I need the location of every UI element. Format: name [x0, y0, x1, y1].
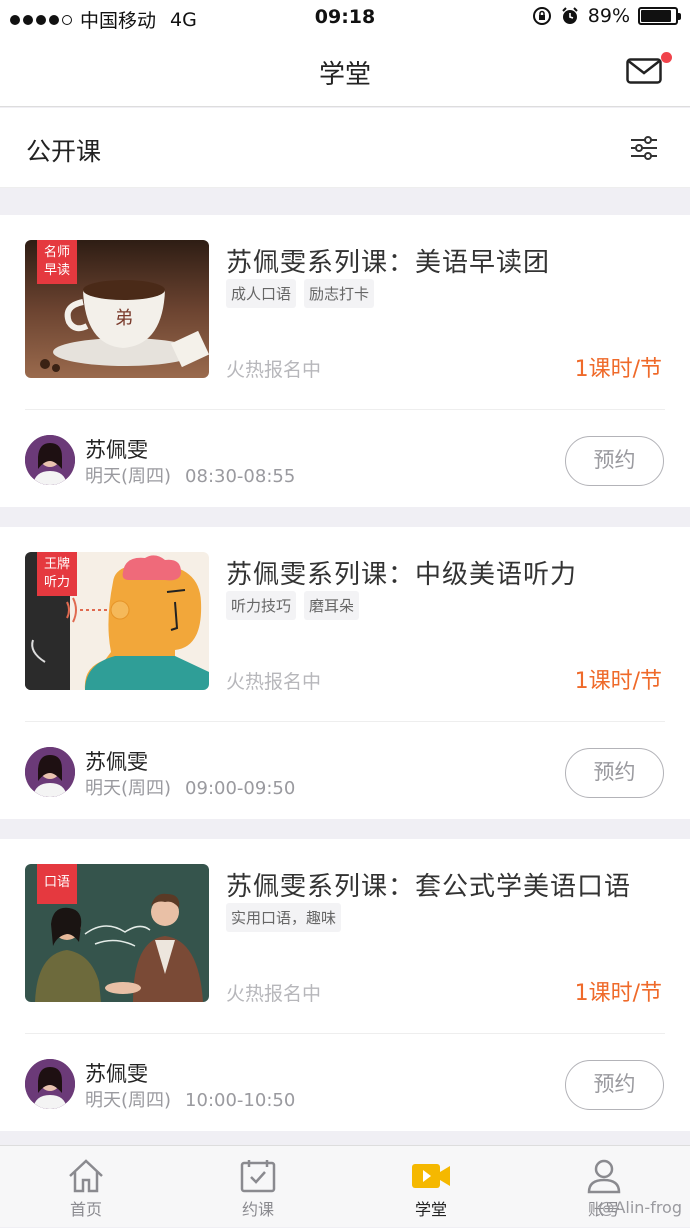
reserve-button[interactable]: 预约 — [565, 748, 664, 798]
course-title: 苏佩雯系列课：套公式学美语口语 — [226, 872, 632, 902]
user-icon — [587, 1159, 621, 1194]
tab-home[interactable]: 首页 — [0, 1146, 172, 1228]
avatar — [25, 435, 75, 485]
course-title: 苏佩雯系列课：美语早读团 — [226, 248, 551, 278]
home-icon — [69, 1159, 103, 1193]
course-thumbnail: 弟 名师 早读 — [25, 240, 209, 378]
schedule-time: 10:00-10:50 — [185, 1090, 296, 1111]
tab-bar: 首页 约课 学堂 账号 — [0, 1145, 690, 1227]
course-schedule: 明天(周四) 10:00-10:50 — [85, 1086, 295, 1112]
tab-booking[interactable]: 约课 — [172, 1146, 344, 1228]
video-icon — [412, 1164, 450, 1188]
teacher-name: 苏佩雯 — [85, 438, 148, 462]
course-thumbnail: 口语 — [25, 864, 209, 1002]
tab-label: 学堂 — [414, 1200, 447, 1219]
tab-label: 首页 — [69, 1200, 102, 1219]
course-badge: 口语 — [37, 864, 77, 904]
schedule-day: 明天(周四) — [85, 778, 172, 799]
section-title: 公开课 — [26, 137, 102, 166]
course-price: 1课时/节 — [574, 669, 662, 694]
course-price: 1课时/节 — [574, 357, 662, 382]
course-card[interactable]: 弟 名师 早读 苏佩雯系列课：美语早读团 成人口语 励志打卡 火热报名中 1课时/… — [0, 215, 690, 507]
teacher-name: 苏佩雯 — [85, 1062, 148, 1086]
course-schedule: 明天(周四) 08:30-08:55 — [85, 462, 295, 488]
schedule-day: 明天(周四) — [85, 1090, 172, 1111]
teacher-name: 苏佩雯 — [85, 750, 148, 774]
course-card[interactable]: 口语 苏佩雯系列课：套公式学美语口语 实用口语，趣味 火热报名中 1课时/节 苏… — [0, 839, 690, 1131]
schedule-time: 09:00-09:50 — [185, 778, 296, 799]
tab-label: 约课 — [241, 1200, 274, 1219]
schedule-day: 明天(周四) — [85, 466, 172, 487]
course-title: 苏佩雯系列课：中级美语听力 — [226, 560, 578, 590]
course-tag: 成人口语 — [226, 279, 297, 308]
course-tag: 听力技巧 — [226, 591, 297, 620]
course-tags: 听力技巧 磨耳朵 — [226, 591, 360, 620]
battery-percent: 89% — [587, 5, 630, 27]
enroll-status: 火热报名中 — [226, 983, 322, 1005]
filter-button[interactable] — [630, 134, 658, 162]
nav-bar: 学堂 — [0, 36, 690, 107]
course-schedule: 明天(周四) 09:00-09:50 — [85, 774, 295, 800]
course-tags: 成人口语 励志打卡 — [226, 279, 375, 308]
section-header: 公开课 — [0, 108, 690, 188]
filter-sliders-icon — [631, 136, 657, 160]
enroll-status: 火热报名中 — [226, 671, 322, 693]
course-thumbnail: 王牌 听力 — [25, 552, 209, 690]
tab-academy[interactable]: 学堂 — [345, 1146, 517, 1228]
course-tags: 实用口语，趣味 — [226, 903, 342, 932]
course-tag: 励志打卡 — [304, 279, 375, 308]
page-title: 学堂 — [318, 60, 371, 90]
avatar — [25, 747, 75, 797]
alarm-icon — [562, 7, 578, 24]
status-bar: 中国移动 4G 09:18 89% — [0, 0, 690, 36]
mail-icon — [626, 58, 662, 84]
watermark: @Alin-frog — [598, 1198, 682, 1217]
course-badge: 名师 早读 — [37, 240, 77, 284]
rotation-lock-icon — [532, 7, 551, 25]
notification-dot — [661, 52, 672, 63]
avatar — [25, 1059, 75, 1109]
course-badge: 王牌 听力 — [37, 552, 77, 596]
divider — [25, 721, 665, 722]
course-tag: 磨耳朵 — [304, 591, 360, 620]
divider — [25, 1033, 665, 1034]
divider — [25, 409, 665, 410]
mail-button[interactable] — [626, 52, 672, 84]
svg-text:弟: 弟 — [115, 308, 133, 329]
calendar-check-icon — [240, 1160, 276, 1193]
course-tag: 实用口语，趣味 — [226, 903, 342, 932]
reserve-button[interactable]: 预约 — [565, 1060, 664, 1110]
course-card[interactable]: 王牌 听力 苏佩雯系列课：中级美语听力 听力技巧 磨耳朵 火热报名中 1课时/节 … — [0, 527, 690, 819]
course-price: 1课时/节 — [574, 981, 662, 1006]
reserve-button[interactable]: 预约 — [565, 436, 664, 486]
enroll-status: 火热报名中 — [226, 359, 322, 381]
battery-icon — [638, 7, 681, 25]
schedule-time: 08:30-08:55 — [185, 466, 296, 487]
